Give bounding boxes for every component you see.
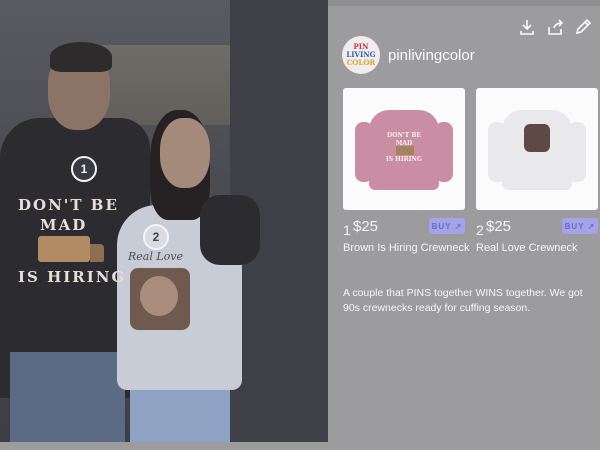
woman-sweater-print: Real Love <box>128 250 184 263</box>
product-card-1[interactable]: DON'T BE MAD IS HIRING <box>343 88 465 210</box>
download-icon[interactable] <box>518 18 536 36</box>
sweater-print-line1: DON'T BE <box>18 196 119 214</box>
pin-photo: DON'T BE MAD IS HIRING Real Love 1 2 <box>0 0 328 442</box>
product-number-1: 1 <box>343 222 351 238</box>
sweater-print-line3: IS HIRING <box>18 268 127 286</box>
man-jeans <box>10 352 125 442</box>
buy-button-1[interactable]: BUY ↗ <box>429 218 465 234</box>
share-icon[interactable] <box>546 18 564 36</box>
sweater-truck-graphic <box>396 146 414 155</box>
man-hair <box>50 42 112 72</box>
pin-description: A couple that PINS together WINS togethe… <box>343 287 583 314</box>
product-marker-1[interactable]: 1 <box>71 156 97 182</box>
product-price-2: $25 <box>486 218 512 235</box>
edit-icon[interactable] <box>574 18 592 36</box>
buy-button-2[interactable]: BUY ↗ <box>562 218 598 234</box>
pink-sweater-image: DON'T BE MAD IS HIRING <box>355 110 453 190</box>
product-name-1[interactable]: Brown Is Hiring Crewneck <box>343 242 470 254</box>
toolbar <box>518 18 592 36</box>
sweater-print-line2: MAD <box>40 216 88 234</box>
product-price-1: $25 <box>353 218 379 235</box>
woman-head <box>160 118 210 188</box>
product-panel: PIN LIVING COLOR pinlivingcolor DON'T BE… <box>328 6 600 442</box>
avatar-text-line3: COLOR <box>346 58 376 67</box>
portrait-graphic <box>130 268 190 330</box>
username[interactable]: pinlivingcolor <box>388 47 475 64</box>
man-arm <box>200 195 260 265</box>
product-marker-2[interactable]: 2 <box>143 224 169 250</box>
product-name-2[interactable]: Real Love Crewneck <box>476 242 578 254</box>
avatar[interactable]: PIN LIVING COLOR <box>342 36 380 74</box>
truck-graphic <box>38 236 104 262</box>
product-number-2: 2 <box>476 222 484 238</box>
sweater-portrait-graphic <box>524 124 550 152</box>
product-card-2[interactable] <box>476 88 598 210</box>
white-sweater-image <box>488 110 586 190</box>
